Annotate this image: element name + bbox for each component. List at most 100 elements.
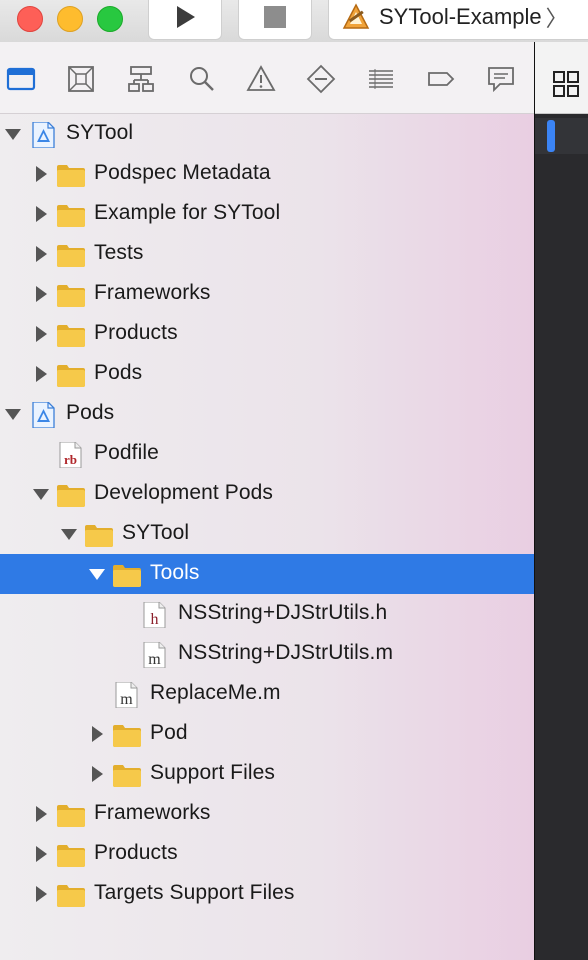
folder-icon xyxy=(57,485,85,507)
scheme-chevron: 〉 xyxy=(545,6,568,31)
folder-icon xyxy=(57,205,85,227)
folder-icon xyxy=(113,565,141,587)
svg-text:h: h xyxy=(151,611,159,628)
folder-icon xyxy=(85,525,113,547)
disclosure-closed-icon[interactable] xyxy=(32,245,50,263)
tree-row[interactable]: m ReplaceMe.m xyxy=(0,674,534,714)
folder-icon xyxy=(57,165,85,187)
folder-icon xyxy=(57,365,85,387)
disclosure-closed-icon[interactable] xyxy=(32,885,50,903)
disclosure-open-icon[interactable] xyxy=(4,405,22,423)
stop-button[interactable] xyxy=(238,0,312,40)
disclosure-closed-icon[interactable] xyxy=(32,165,50,183)
tree-row[interactable]: Products xyxy=(0,834,534,874)
tree-row[interactable]: m NSString+DJStrUtils.m xyxy=(0,634,534,674)
source-file-icon: m xyxy=(143,642,166,668)
xcode-project-icon xyxy=(32,402,55,428)
scheme-name: SYTool-Example xyxy=(379,4,542,29)
tree-row-label: Tools xyxy=(150,561,200,584)
tree-row[interactable]: Products xyxy=(0,314,534,354)
tree-row[interactable]: Targets Support Files xyxy=(0,874,534,914)
svg-text:m: m xyxy=(120,691,133,708)
editor-change-marker xyxy=(547,120,555,152)
tree-row[interactable]: Development Pods xyxy=(0,474,534,514)
project-navigator-tab[interactable] xyxy=(6,64,36,94)
close-window-button[interactable] xyxy=(17,6,43,32)
minimize-window-button[interactable] xyxy=(57,6,83,32)
tree-row-label: SYTool xyxy=(122,521,190,544)
folder-icon xyxy=(6,67,36,91)
tree-row[interactable]: Frameworks xyxy=(0,794,534,834)
disclosure-closed-icon[interactable] xyxy=(32,325,50,343)
test-navigator-tab[interactable] xyxy=(306,64,336,94)
source-control-icon xyxy=(68,66,94,92)
tree-row[interactable]: Pods xyxy=(0,394,534,434)
disclosure-closed-icon[interactable] xyxy=(88,765,106,783)
project-navigator-tree: SYTool Podspec Metadata Example for SYTool… xyxy=(0,114,534,960)
tree-row-label: SYTool xyxy=(66,121,134,144)
editor-current-line xyxy=(535,118,588,154)
disclosure-closed-icon[interactable] xyxy=(32,285,50,303)
tree-row-label: Podspec Metadata xyxy=(94,161,271,184)
folder-icon xyxy=(57,285,85,307)
issue-navigator-tab[interactable] xyxy=(246,64,276,94)
disclosure-open-icon[interactable] xyxy=(32,485,50,503)
tree-row-label: Products xyxy=(94,321,178,344)
report-navigator-tab[interactable] xyxy=(486,64,516,94)
tree-row[interactable]: SYTool xyxy=(0,514,534,554)
folder-icon xyxy=(57,245,85,267)
tree-row-label: Pod xyxy=(150,721,188,744)
tree-row-label: Example for SYTool xyxy=(94,201,281,224)
message-icon xyxy=(488,67,514,93)
disclosure-closed-icon[interactable] xyxy=(32,805,50,823)
xcode-project-icon xyxy=(32,122,55,148)
tree-row-label: Development Pods xyxy=(94,481,274,504)
tree-row[interactable]: Pods xyxy=(0,354,534,394)
svg-text:rb: rb xyxy=(64,452,77,467)
run-button[interactable] xyxy=(148,0,222,40)
scheme-selector[interactable]: SYTool-Example 〉 xyxy=(328,0,588,40)
tree-row[interactable]: Example for SYTool xyxy=(0,194,534,234)
disclosure-closed-icon[interactable] xyxy=(32,365,50,383)
folder-icon xyxy=(57,885,85,907)
editor-area[interactable] xyxy=(534,42,588,960)
grid-icon xyxy=(553,71,579,97)
disclosure-closed-icon[interactable] xyxy=(32,205,50,223)
source-control-navigator-tab[interactable] xyxy=(66,64,96,94)
disclosure-open-icon[interactable] xyxy=(88,565,106,583)
tree-row-label: NSString+DJStrUtils.m xyxy=(178,641,394,664)
tree-row[interactable]: Tests xyxy=(0,234,534,274)
tree-row-label: Products xyxy=(94,841,178,864)
disclosure-closed-icon[interactable] xyxy=(32,845,50,863)
xcode-app-icon xyxy=(342,3,370,29)
tree-row[interactable]: Podspec Metadata xyxy=(0,154,534,194)
navigator-selector-bar xyxy=(0,42,534,114)
debug-navigator-tab[interactable] xyxy=(366,64,396,94)
editor-related-items-button[interactable] xyxy=(535,42,588,114)
tree-row[interactable]: h NSString+DJStrUtils.h xyxy=(0,594,534,634)
svg-text:m: m xyxy=(148,651,161,668)
tree-row[interactable]: rb Podfile xyxy=(0,434,534,474)
tree-row[interactable]: Pod xyxy=(0,714,534,754)
folder-icon xyxy=(57,805,85,827)
diamond-icon xyxy=(306,64,336,94)
stop-icon xyxy=(264,6,286,28)
find-navigator-tab[interactable] xyxy=(186,64,216,94)
tree-row-label: Support Files xyxy=(150,761,276,784)
zoom-window-button[interactable] xyxy=(97,6,123,32)
disclosure-open-icon[interactable] xyxy=(4,125,22,143)
tree-row[interactable]: Frameworks xyxy=(0,274,534,314)
hierarchy-icon xyxy=(128,66,154,92)
breakpoint-navigator-tab[interactable] xyxy=(426,64,456,94)
warning-icon xyxy=(246,65,276,91)
tree-row[interactable]: SYTool xyxy=(0,114,534,154)
tree-row-label: Pods xyxy=(66,401,115,424)
tree-row[interactable]: Tools xyxy=(0,554,534,594)
disclosure-open-icon[interactable] xyxy=(60,525,78,543)
symbol-navigator-tab[interactable] xyxy=(126,64,156,94)
disclosure-closed-icon[interactable] xyxy=(88,725,106,743)
tree-row[interactable]: Support Files xyxy=(0,754,534,794)
folder-icon xyxy=(113,765,141,787)
play-icon xyxy=(177,6,195,28)
tree-row-label: Podfile xyxy=(94,441,159,464)
